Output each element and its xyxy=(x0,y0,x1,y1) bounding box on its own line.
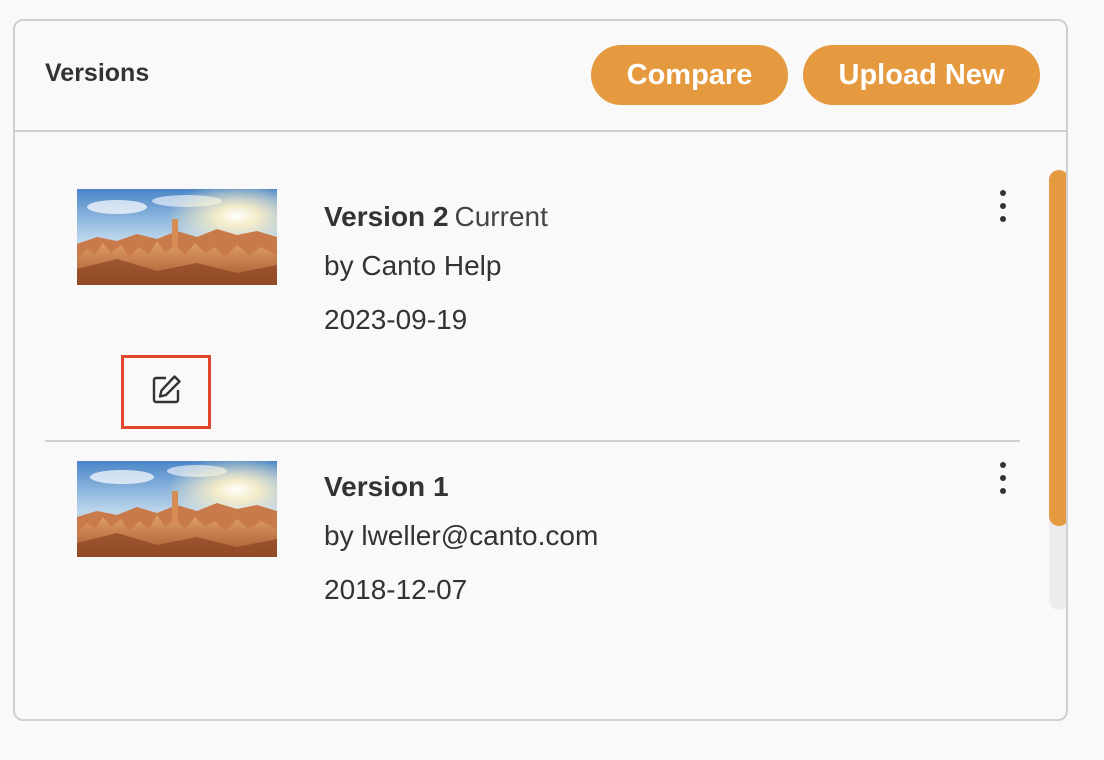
version-item: Version 1 by lweller@canto.com 2018-12-0… xyxy=(45,442,1020,642)
version-thumbnail[interactable] xyxy=(77,461,277,557)
upload-new-button[interactable]: Upload New xyxy=(803,45,1040,105)
version-title: Version 1 xyxy=(324,471,449,502)
panel-header: Versions Compare Upload New xyxy=(15,21,1066,132)
versions-list: Version 2 Current by Canto Help 2023-09-1… xyxy=(15,132,1066,719)
more-options-icon[interactable] xyxy=(993,460,1013,496)
versions-panel: Versions Compare Upload New Version 2 Cu… xyxy=(13,19,1068,721)
version-date: 2023-09-19 xyxy=(324,304,468,335)
edit-button[interactable] xyxy=(121,355,211,429)
more-options-icon[interactable] xyxy=(993,188,1013,224)
scrollbar-thumb[interactable] xyxy=(1049,170,1066,526)
edit-icon xyxy=(149,373,183,412)
version-title-line: Version 1 xyxy=(324,471,449,503)
version-author: by lweller@canto.com xyxy=(324,520,599,551)
version-thumbnail[interactable] xyxy=(77,189,277,285)
version-title: Version 2 xyxy=(324,201,449,232)
scrollbar-track[interactable] xyxy=(1049,170,1066,610)
version-title-line: Version 2 Current xyxy=(324,201,548,233)
version-date: 2018-12-07 xyxy=(324,574,468,605)
version-author: by Canto Help xyxy=(324,250,502,281)
compare-button[interactable]: Compare xyxy=(591,45,788,105)
version-item: Version 2 Current by Canto Help 2023-09-1… xyxy=(45,132,1020,442)
current-tag: Current xyxy=(454,201,548,232)
panel-title: Versions xyxy=(45,59,150,87)
